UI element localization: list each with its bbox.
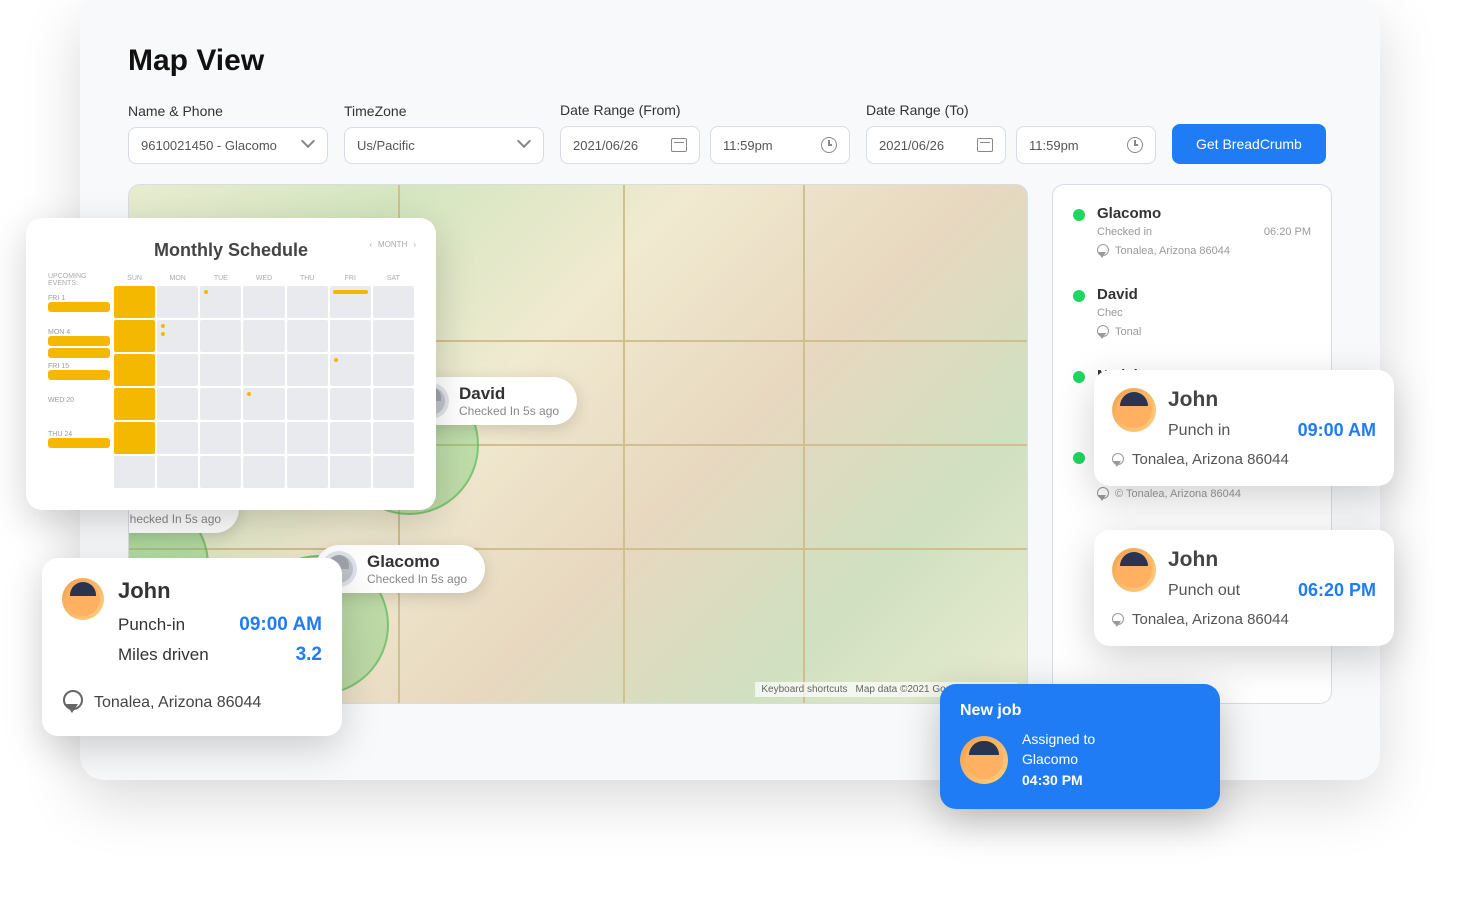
schedule-title: Monthly Schedule xyxy=(48,240,414,261)
filter-label: TimeZone xyxy=(344,103,544,119)
feed-status: Checked in xyxy=(1097,226,1152,238)
clock-icon xyxy=(821,137,837,153)
feed-name: Glacomo xyxy=(1097,205,1311,222)
timezone-select[interactable]: Us/Pacific xyxy=(344,127,544,164)
assigned-label: Assigned to xyxy=(1022,730,1095,750)
card-name: John xyxy=(118,578,322,604)
status-dot xyxy=(1073,452,1085,464)
punch-label: Punch in xyxy=(1168,422,1230,440)
select-value: 9610021450 - Glacomo xyxy=(141,138,277,153)
schedule-card: Monthly Schedule ‹MONTH› UPCOMING EVENTS… xyxy=(26,218,436,510)
punch-time: 06:20 PM xyxy=(1298,580,1376,601)
pin-icon xyxy=(1112,453,1124,467)
avatar xyxy=(960,736,1008,784)
pin-icon xyxy=(1097,244,1109,258)
date-to-input[interactable]: 2021/06/26 xyxy=(866,126,1006,164)
upcoming-events: UPCOMING EVENTS: FRI 1 MON 4 FRI 15 WED … xyxy=(48,273,110,488)
time-value: 11:59pm xyxy=(723,138,773,153)
date-from-input[interactable]: 2021/06/26 xyxy=(560,126,700,164)
pin-icon xyxy=(1112,613,1124,627)
punch-in-label: Punch-in xyxy=(118,615,185,635)
card-name: John xyxy=(1168,388,1376,412)
new-job-notification[interactable]: New job Assigned to Glacomo 04:30 PM xyxy=(940,684,1220,809)
marker-status: Checked In 5s ago xyxy=(459,404,559,418)
card-location: Tonalea, Arizona 86044 xyxy=(1132,611,1289,628)
calendar-icon xyxy=(977,138,993,152)
miles-label: Miles driven xyxy=(118,645,209,665)
feed-location: Tonal xyxy=(1115,326,1141,338)
punch-time: 09:00 AM xyxy=(1298,420,1376,441)
filters-row: Name & Phone 9610021450 - Glacomo TimeZo… xyxy=(80,102,1380,184)
get-breadcrumb-button[interactable]: Get BreadCrumb xyxy=(1172,124,1326,164)
punch-in-card: John Punch in 09:00 AM Tonalea, Arizona 8… xyxy=(1094,370,1394,486)
feed-item[interactable]: Glacomo Checked in 06:20 PM Tonalea, Ariz… xyxy=(1073,205,1311,258)
marker-name: Glacomo xyxy=(367,552,467,572)
miles-value: 3.2 xyxy=(296,644,322,666)
filter-label: Date Range (To) xyxy=(866,102,1156,118)
pin-icon xyxy=(1097,325,1109,339)
page-title: Map View xyxy=(128,44,1332,78)
time-value: 11:59pm xyxy=(1029,138,1079,153)
time-from-input[interactable]: 11:59pm xyxy=(710,126,850,164)
filter-timezone: TimeZone Us/Pacific xyxy=(344,103,544,164)
status-dot xyxy=(1073,209,1085,221)
marker-status: Checked In 5s ago xyxy=(367,572,467,586)
pin-icon xyxy=(62,690,84,716)
assigned-name: Glacomo xyxy=(1022,750,1095,770)
avatar xyxy=(1112,388,1156,432)
john-detail-card: John Punch-in 09:00 AM Miles driven 3.2 To… xyxy=(42,558,342,736)
status-dot xyxy=(1073,371,1085,383)
pin-icon xyxy=(1097,487,1109,501)
marker-name: David xyxy=(459,384,559,404)
notification-title: New job xyxy=(960,702,1200,720)
avatar xyxy=(1112,548,1156,592)
feed-status: Chec xyxy=(1097,307,1123,319)
calendar-icon xyxy=(671,138,687,152)
chevron-down-icon xyxy=(519,140,531,152)
chevron-down-icon xyxy=(303,140,315,152)
select-value: Us/Pacific xyxy=(357,138,415,153)
marker-status: Checked In 5s ago xyxy=(128,512,221,526)
filter-label: Date Range (From) xyxy=(560,102,850,118)
schedule-nav[interactable]: ‹MONTH› xyxy=(369,240,416,249)
feed-item[interactable]: David Chec Tonal xyxy=(1073,286,1311,339)
punch-out-card: John Punch out 06:20 PM Tonalea, Arizona … xyxy=(1094,530,1394,646)
feed-time: 06:20 PM xyxy=(1264,226,1311,238)
calendar-grid[interactable]: SUN MON TUE WED THU FRI SAT xyxy=(114,273,414,488)
card-name: John xyxy=(1168,548,1376,572)
feed-location: © Tonalea, Arizona 86044 xyxy=(1115,488,1241,500)
filter-label: Name & Phone xyxy=(128,103,328,119)
avatar xyxy=(62,578,104,620)
clock-icon xyxy=(1127,137,1143,153)
header: Map View xyxy=(80,0,1380,102)
feed-name: David xyxy=(1097,286,1311,303)
map-shortcuts[interactable]: Keyboard shortcuts xyxy=(761,684,847,695)
punch-in-time: 09:00 AM xyxy=(239,614,322,636)
feed-location: Tonalea, Arizona 86044 xyxy=(1115,245,1230,257)
date-value: 2021/06/26 xyxy=(573,138,638,153)
filter-name-phone: Name & Phone 9610021450 - Glacomo xyxy=(128,103,328,164)
notification-time: 04:30 PM xyxy=(1022,771,1095,791)
punch-label: Punch out xyxy=(1168,582,1240,600)
card-location: Tonalea, Arizona 86044 xyxy=(94,694,261,712)
filter-date-from: Date Range (From) 2021/06/26 11:59pm xyxy=(560,102,850,164)
filter-date-to: Date Range (To) 2021/06/26 11:59pm xyxy=(866,102,1156,164)
name-phone-select[interactable]: 9610021450 - Glacomo xyxy=(128,127,328,164)
time-to-input[interactable]: 11:59pm xyxy=(1016,126,1156,164)
date-value: 2021/06/26 xyxy=(879,138,944,153)
status-dot xyxy=(1073,290,1085,302)
card-location: Tonalea, Arizona 86044 xyxy=(1132,451,1289,468)
